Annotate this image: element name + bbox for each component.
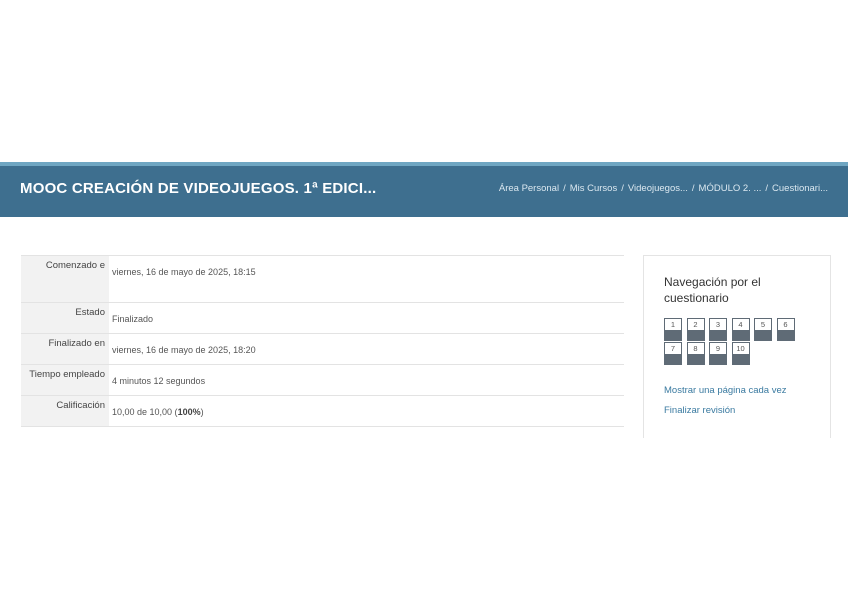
- table-row: Calificación 10,00 de 10,00 (100%): [21, 395, 624, 427]
- breadcrumb-item-videojuegos[interactable]: Videojuegos...: [628, 183, 688, 194]
- row-label: Calificación: [21, 395, 109, 427]
- row-value: viernes, 16 de mayo de 2025, 18:20: [112, 345, 256, 355]
- breadcrumb-item-cuestionario[interactable]: Cuestionari...: [772, 183, 828, 194]
- question-button-4[interactable]: 4: [731, 318, 750, 341]
- question-button-9[interactable]: 9: [709, 342, 727, 365]
- breadcrumb-separator: /: [765, 183, 769, 194]
- breadcrumb-item-mis-cursos[interactable]: Mis Cursos: [570, 183, 618, 194]
- grade-suffix: ): [200, 407, 204, 417]
- finish-review-link[interactable]: Finalizar revisión: [664, 405, 735, 416]
- question-button-8[interactable]: 8: [686, 342, 705, 365]
- row-label: Tiempo empleado: [21, 364, 109, 396]
- row-value: viernes, 16 de mayo de 2025, 18:15: [112, 267, 256, 277]
- table-row: Tiempo empleado 4 minutos 12 segundos: [21, 364, 624, 396]
- row-label: Comenzado e: [21, 255, 109, 303]
- question-button-10[interactable]: 10: [731, 342, 750, 365]
- attempt-summary-table: Comenzado e viernes, 16 de mayo de 2025,…: [21, 255, 624, 427]
- table-row: Finalizado en viernes, 16 de mayo de 202…: [21, 333, 624, 365]
- grade-percent: 100%: [177, 407, 201, 417]
- row-label: Estado: [21, 302, 109, 334]
- question-button-1[interactable]: 1: [664, 318, 682, 341]
- table-row: Estado Finalizado: [21, 302, 624, 334]
- question-button-2[interactable]: 2: [686, 318, 705, 341]
- question-button-3[interactable]: 3: [709, 318, 727, 341]
- question-button-6[interactable]: 6: [776, 318, 795, 341]
- quiz-navigation-block: Navegación por el cuestionario 1 2 3 4 5…: [643, 255, 831, 438]
- breadcrumb-item-area-personal[interactable]: Área Personal: [499, 183, 559, 194]
- breadcrumb: Área Personal / Mis Cursos / Videojuegos... /…: [499, 183, 828, 194]
- quiz-navigation-title: Navegación por el cuestionario: [664, 275, 761, 305]
- breadcrumb-separator: /: [691, 183, 695, 194]
- table-row: Comenzado e viernes, 16 de mayo de 2025,…: [21, 255, 624, 303]
- course-title[interactable]: MOOC CREACIÓN DE VIDEOJUEGOS. 1ª EDICI..…: [20, 180, 376, 197]
- breadcrumb-separator: /: [563, 183, 566, 194]
- row-value: 4 minutos 12 segundos: [112, 376, 206, 386]
- grade-value: 10,00 de 10,00 (100%): [109, 396, 624, 427]
- row-value: Finalizado: [112, 314, 154, 324]
- course-header: MOOC CREACIÓN DE VIDEOJUEGOS. 1ª EDICI..…: [0, 162, 848, 217]
- grade-prefix: 10,00 de 10,00 (: [112, 407, 178, 417]
- question-button-7[interactable]: 7: [664, 342, 682, 365]
- question-button-5[interactable]: 5: [754, 318, 772, 341]
- breadcrumb-item-modulo[interactable]: MÓDULO 2. ...: [699, 183, 762, 194]
- show-one-page-link[interactable]: Mostrar una página cada vez: [664, 385, 787, 396]
- row-label: Finalizado en: [21, 333, 109, 365]
- breadcrumb-separator: /: [621, 183, 624, 194]
